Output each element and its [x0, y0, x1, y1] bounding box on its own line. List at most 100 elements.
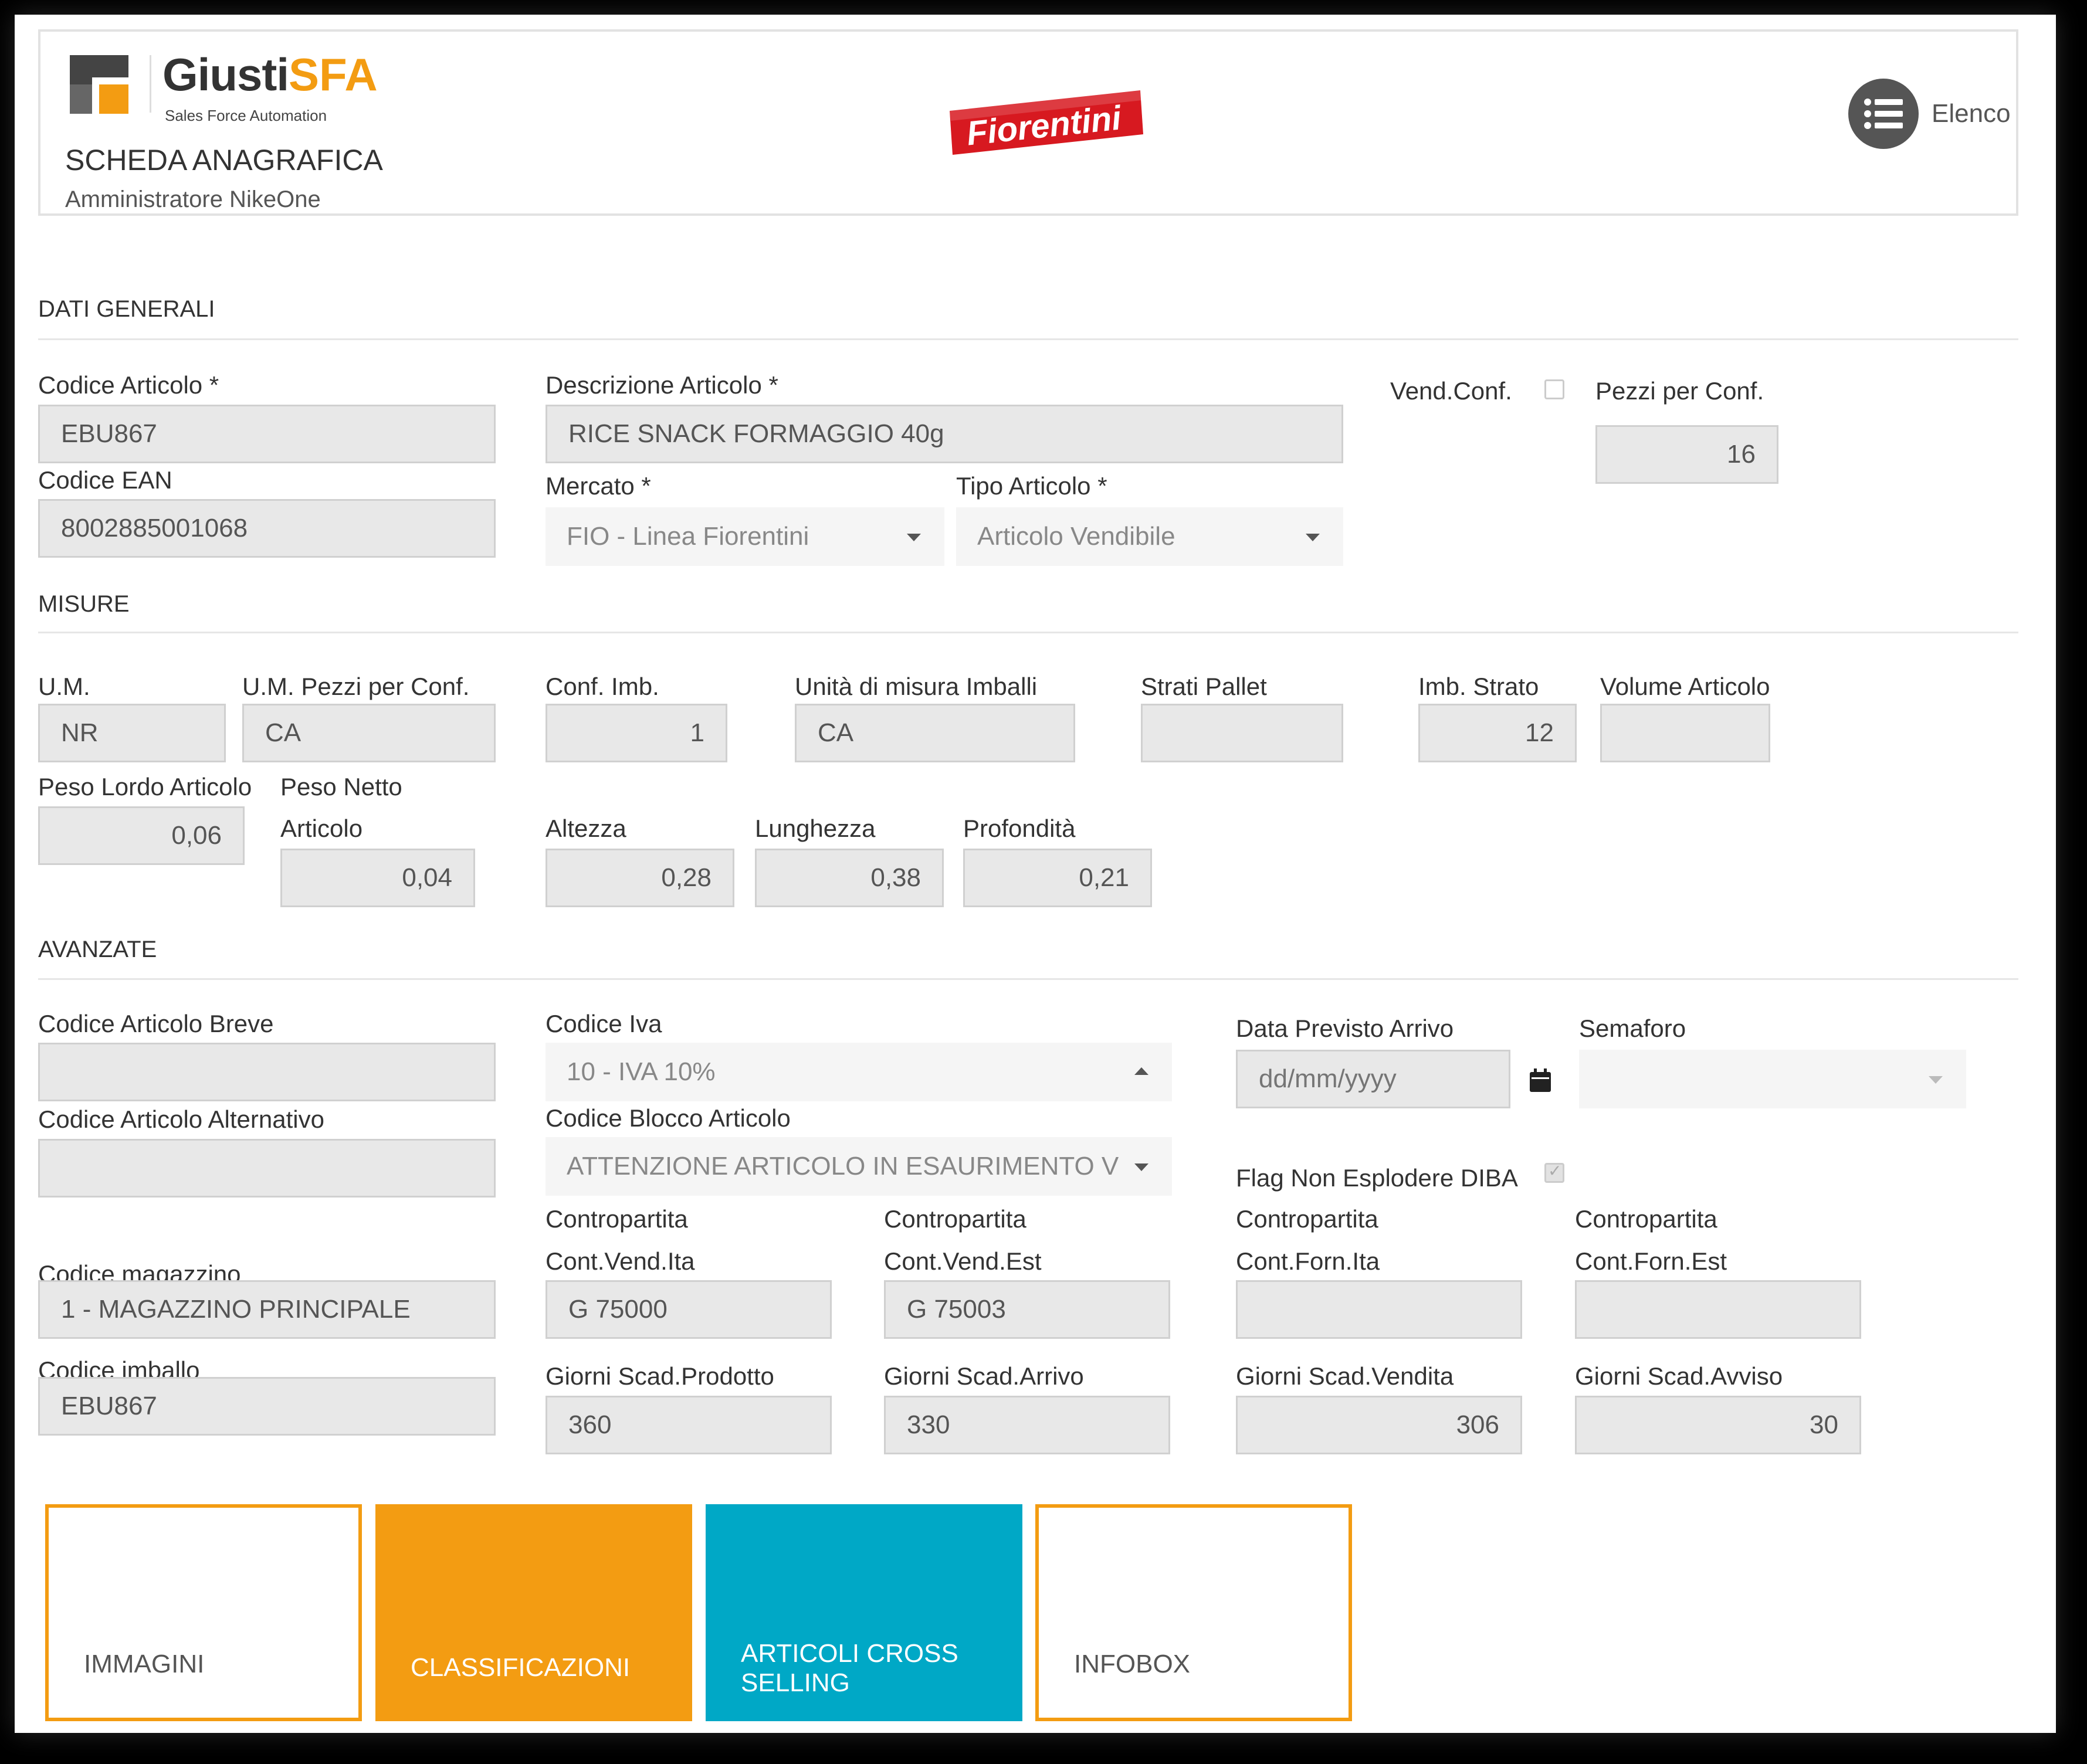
descrizione-articolo-field[interactable]: RICE SNACK FORMAGGIO 40g [546, 405, 1343, 463]
brand-giusti: Giusti [162, 49, 289, 100]
tile-infobox[interactable]: INFOBOX [1035, 1504, 1352, 1721]
gg-scad-arrivo-label: Giorni Scad.Arrivo [884, 1362, 1084, 1390]
codice-articolo-field[interactable]: EBU867 [38, 405, 496, 463]
codice-articolo-label: Codice Articolo * [38, 371, 219, 399]
codice-breve-label: Codice Articolo Breve [38, 1010, 274, 1037]
um-pezzi-field[interactable]: CA [242, 704, 496, 762]
tipo-articolo-label: Tipo Articolo * [956, 472, 1107, 500]
vend-conf-label: Vend.Conf. [1390, 377, 1512, 405]
cp-vend-est-field[interactable]: G 75003 [884, 1280, 1170, 1339]
cp-forn-ita-label-2: Cont.Forn.Ita [1236, 1247, 1380, 1275]
elenco-button[interactable]: Elenco [1848, 76, 2018, 152]
chevron-down-icon [1929, 1076, 1943, 1084]
codice-alternativo-label: Codice Articolo Alternativo [38, 1105, 324, 1133]
section-title-measures: MISURE [38, 591, 130, 617]
tile-cross-selling-line-2: SELLING [741, 1668, 850, 1697]
altezza-field[interactable]: 0,28 [546, 849, 734, 907]
cp-forn-est-label-2: Cont.Forn.Est [1575, 1247, 1727, 1275]
vend-conf-checkbox[interactable] [1544, 379, 1564, 399]
um-pezzi-label: U.M. Pezzi per Conf. [242, 673, 470, 700]
codice-magazzino-field[interactable]: 1 - MAGAZZINO PRINCIPALE [38, 1280, 496, 1339]
volume-articolo-label: Volume Articolo [1600, 673, 1770, 700]
calendar-icon[interactable] [1530, 1068, 1551, 1092]
flag-diba-checkbox[interactable] [1544, 1161, 1564, 1183]
um-imballi-label: Unità di misura Imballi [795, 673, 1038, 700]
imb-strato-label: Imb. Strato [1418, 673, 1539, 700]
peso-lordo-field[interactable]: 0,06 [38, 806, 245, 865]
logo-divider [150, 55, 151, 113]
tipo-articolo-select[interactable]: Articolo Vendibile [956, 507, 1343, 566]
brand-tagline: Sales Force Automation [165, 107, 327, 124]
gg-scad-prodotto-field[interactable]: 360 [546, 1396, 832, 1454]
cp-vend-ita-label-2: Cont.Vend.Ita [546, 1247, 695, 1275]
altezza-label: Altezza [546, 815, 626, 842]
um-imballi-field[interactable]: CA [795, 704, 1075, 762]
chevron-down-icon [1306, 534, 1320, 541]
codice-blocco-value: ATTENZIONE ARTICOLO IN ESAURIMENTO V [567, 1152, 1119, 1180]
mercato-select[interactable]: FIO - Linea Fiorentini [546, 507, 944, 566]
tile-classificazioni-label: CLASSIFICAZIONI [411, 1653, 631, 1682]
cp-forn-est-label-1: Contropartita [1575, 1205, 1717, 1233]
mercato-value: FIO - Linea Fiorentini [567, 522, 809, 551]
section-divider [38, 632, 2018, 633]
codice-alternativo-field[interactable] [38, 1139, 496, 1198]
page-frame: GiustiSFA Sales Force Automation SCHEDA … [15, 15, 2056, 1733]
strati-pallet-field[interactable] [1141, 704, 1343, 762]
list-icon[interactable] [1848, 79, 1919, 149]
peso-netto-label-2: Articolo [280, 815, 363, 842]
section-title-advanced: AVANZATE [38, 937, 157, 962]
lunghezza-field[interactable]: 0,38 [755, 849, 944, 907]
tile-classificazioni[interactable]: CLASSIFICAZIONI [375, 1504, 692, 1721]
imb-strato-field[interactable]: 12 [1418, 704, 1577, 762]
section-title-general: DATI GENERALI [38, 296, 215, 322]
descrizione-articolo-label: Descrizione Articolo * [546, 371, 778, 399]
semaforo-label: Semaforo [1579, 1015, 1686, 1042]
section-divider [38, 978, 2018, 980]
cp-forn-est-field[interactable] [1575, 1280, 1861, 1339]
page-title: SCHEDA ANAGRAFICA [65, 144, 383, 177]
chevron-down-icon [907, 534, 921, 541]
cp-forn-ita-field[interactable] [1236, 1280, 1522, 1339]
cp-vend-ita-label-1: Contropartita [546, 1205, 688, 1233]
pezzi-per-conf-label: Pezzi per Conf. [1595, 377, 1764, 405]
user-name: Amministratore NikeOne [65, 186, 321, 212]
codice-iva-select[interactable]: 10 - IVA 10% [546, 1043, 1172, 1101]
gg-scad-vendita-field[interactable]: 306 [1236, 1396, 1522, 1454]
gg-scad-vendita-label: Giorni Scad.Vendita [1236, 1362, 1454, 1390]
brand-sfa: SFA [289, 49, 378, 100]
tile-cross-selling[interactable]: ARTICOLI CROSS SELLING [706, 1504, 1022, 1721]
codice-iva-value: 10 - IVA 10% [567, 1057, 716, 1086]
mercato-label: Mercato * [546, 472, 651, 500]
fiorentini-logo: Fiorentini [950, 90, 1143, 155]
codice-blocco-select[interactable]: ATTENZIONE ARTICOLO IN ESAURIMENTO V [546, 1137, 1172, 1196]
tile-cross-selling-label: ARTICOLI CROSS SELLING [741, 1639, 958, 1698]
profondita-label: Profondità [963, 815, 1076, 842]
codice-iva-label: Codice Iva [546, 1010, 662, 1037]
cp-vend-est-label-1: Contropartita [884, 1205, 1026, 1233]
conf-imb-label: Conf. Imb. [546, 673, 659, 700]
gg-scad-avviso-label: Giorni Scad.Avviso [1575, 1362, 1783, 1390]
gg-scad-avviso-field[interactable]: 30 [1575, 1396, 1861, 1454]
conf-imb-field[interactable]: 1 [546, 704, 727, 762]
data-previsto-arrivo-input[interactable] [1236, 1050, 1510, 1108]
chevron-up-icon [1134, 1067, 1148, 1075]
peso-lordo-label: Peso Lordo Articolo [38, 773, 252, 800]
cp-vend-est-label-2: Cont.Vend.Est [884, 1247, 1042, 1275]
strati-pallet-label: Strati Pallet [1141, 673, 1267, 700]
cp-vend-ita-field[interactable]: G 75000 [546, 1280, 832, 1339]
peso-netto-field[interactable]: 0,04 [280, 849, 475, 907]
volume-articolo-field[interactable] [1600, 704, 1770, 762]
um-field[interactable]: NR [38, 704, 226, 762]
giusti-logo-icon [70, 55, 128, 114]
profondita-field[interactable]: 0,21 [963, 849, 1152, 907]
peso-netto-label-1: Peso Netto [280, 773, 402, 800]
data-previsto-arrivo-label: Data Previsto Arrivo [1236, 1015, 1454, 1042]
gg-scad-arrivo-field[interactable]: 330 [884, 1396, 1170, 1454]
pezzi-per-conf-field[interactable]: 16 [1595, 425, 1778, 484]
semaforo-select[interactable] [1579, 1050, 1966, 1108]
codice-ean-field[interactable]: 8002885001068 [38, 499, 496, 558]
codice-imballo-field[interactable]: EBU867 [38, 1377, 496, 1436]
tile-cross-selling-line-1: ARTICOLI CROSS [741, 1639, 958, 1668]
tile-immagini[interactable]: IMMAGINI [45, 1504, 362, 1721]
codice-breve-field[interactable] [38, 1043, 496, 1101]
